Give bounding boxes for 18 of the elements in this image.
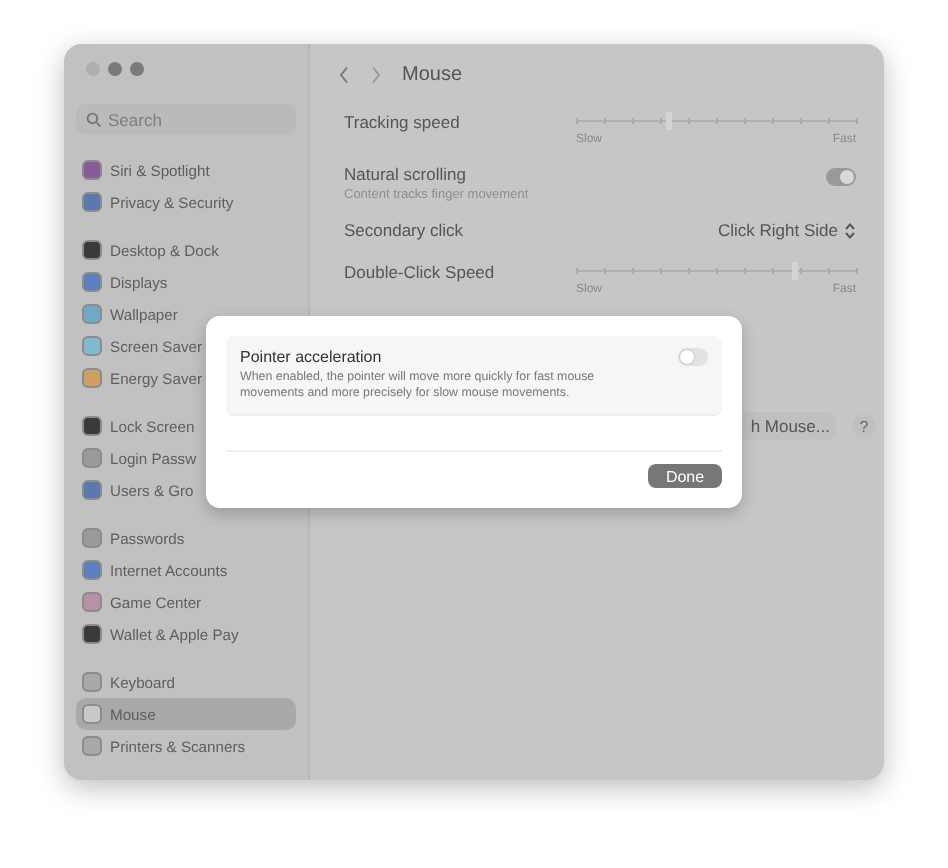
zoom-button[interactable] [130,62,144,76]
setting-label: Double-Click Speed [344,262,495,282]
search-icon [86,112,102,128]
forward-icon[interactable] [370,65,382,83]
done-button[interactable]: Done [648,464,722,488]
popup-button[interactable]: Click Right Side [718,220,838,240]
toggle-switch[interactable] [826,168,856,186]
option-title: Pointer acceleration [240,348,384,366]
back-icon[interactable] [338,65,350,83]
setting-label: Secondary click [344,220,464,240]
setting-label: Natural scrolling [344,164,468,184]
minimize-button[interactable] [108,62,122,76]
search-field[interactable]: Search [76,104,296,134]
up-down-icon [844,221,856,239]
window-title: Mouse [402,63,463,85]
help-button[interactable]: ? [852,414,876,438]
toggle-switch[interactable] [678,348,708,366]
setting-label: Tracking speed [344,112,460,132]
